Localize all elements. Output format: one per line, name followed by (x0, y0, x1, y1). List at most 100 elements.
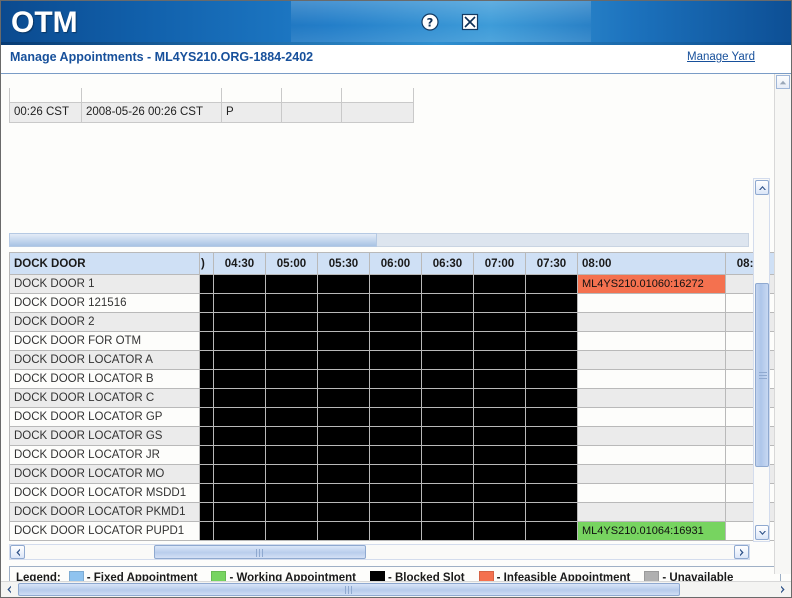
grid-cell-blocked[interactable] (421, 274, 474, 294)
scroll-up-arrow-icon[interactable] (755, 180, 769, 195)
column-header-time-0700[interactable]: 07:00 (473, 252, 526, 275)
grid-cell-blocked[interactable] (473, 350, 526, 370)
grid-cell-blocked[interactable] (213, 407, 266, 427)
grid-cell-blocked[interactable] (265, 521, 318, 541)
grid-cell-empty[interactable] (577, 331, 726, 351)
dock-door-label[interactable]: DOCK DOOR LOCATOR MSDD1 (9, 483, 200, 503)
grid-cell-blocked[interactable] (265, 426, 318, 446)
grid-cell-blocked[interactable] (317, 521, 370, 541)
grid-cell-blocked[interactable] (199, 388, 214, 408)
grid-cell-blocked[interactable] (369, 274, 422, 294)
grid-cell-blocked[interactable] (421, 293, 474, 313)
grid-cell-blocked[interactable] (317, 407, 370, 427)
grid-cell-blocked[interactable] (199, 464, 214, 484)
grid-cell-blocked[interactable] (317, 274, 370, 294)
grid-cell-blocked[interactable] (265, 445, 318, 465)
grid-cell-blocked[interactable] (369, 464, 422, 484)
grid-cell-blocked[interactable] (369, 502, 422, 522)
scroll-right-arrow-icon[interactable] (734, 545, 749, 559)
grid-cell-blocked[interactable] (369, 369, 422, 389)
grid-cell-blocked[interactable] (525, 388, 578, 408)
column-header-time-0600[interactable]: 06:00 (369, 252, 422, 275)
grid-cell-blocked[interactable] (213, 293, 266, 313)
grid-cell-empty[interactable] (577, 293, 726, 313)
grid-cell-blocked[interactable] (473, 388, 526, 408)
grid-cell-blocked[interactable] (473, 502, 526, 522)
dock-door-label[interactable]: DOCK DOOR LOCATOR JR (9, 445, 200, 465)
grid-cell-blocked[interactable] (317, 331, 370, 351)
grid-cell-blocked[interactable] (213, 426, 266, 446)
dock-door-label[interactable]: DOCK DOOR FOR OTM (9, 331, 200, 351)
grid-cell-blocked[interactable] (317, 464, 370, 484)
grid-cell-blocked[interactable] (199, 293, 214, 313)
column-header-time-0530[interactable]: 05:30 (317, 252, 370, 275)
dock-door-label[interactable]: DOCK DOOR 121516 (9, 293, 200, 313)
grid-cell-blocked[interactable] (213, 369, 266, 389)
grid-cell-blocked[interactable] (369, 407, 422, 427)
grid-cell-blocked[interactable] (473, 331, 526, 351)
grid-cell-blocked[interactable] (265, 312, 318, 332)
grid-cell-blocked[interactable] (421, 445, 474, 465)
grid-cell-blocked[interactable] (199, 483, 214, 503)
column-header-partial[interactable]: ) (199, 252, 214, 275)
dock-door-label[interactable]: DOCK DOOR LOCATOR PUPD1 (9, 521, 200, 541)
grid-cell-blocked[interactable] (473, 274, 526, 294)
grid-cell-empty[interactable] (577, 502, 726, 522)
grid-cell-blocked[interactable] (199, 502, 214, 522)
grid-cell-blocked[interactable] (199, 312, 214, 332)
grid-cell-blocked[interactable] (525, 426, 578, 446)
grid-cell-empty[interactable] (577, 312, 726, 332)
page-scroll-right-arrow-icon[interactable] (776, 583, 790, 596)
grid-cell-blocked[interactable] (213, 350, 266, 370)
grid-cell-blocked[interactable] (199, 521, 214, 541)
grid-cell-blocked[interactable] (265, 407, 318, 427)
grid-cell-blocked[interactable] (525, 312, 578, 332)
grid-cell-blocked[interactable] (199, 407, 214, 427)
grid-cell-blocked[interactable] (369, 426, 422, 446)
grid-cell-blocked[interactable] (525, 464, 578, 484)
grid-cell-blocked[interactable] (199, 445, 214, 465)
grid-cell-blocked[interactable] (317, 312, 370, 332)
grid-cell-blocked[interactable] (525, 407, 578, 427)
grid-cell-blocked[interactable] (421, 331, 474, 351)
page-horizontal-scroll-thumb[interactable] (18, 583, 680, 596)
grid-cell-blocked[interactable] (265, 464, 318, 484)
grid-cell-empty[interactable] (577, 388, 726, 408)
grid-cell-blocked[interactable] (265, 331, 318, 351)
grid-cell-empty[interactable] (577, 350, 726, 370)
grid-cell-blocked[interactable] (213, 445, 266, 465)
grid-cell-blocked[interactable] (213, 388, 266, 408)
grid-cell-blocked[interactable] (473, 407, 526, 427)
column-header-time-0430[interactable]: 04:30 (213, 252, 266, 275)
grid-cell-blocked[interactable] (525, 502, 578, 522)
grid-cell-blocked[interactable] (473, 426, 526, 446)
dock-door-label[interactable]: DOCK DOOR LOCATOR PKMD1 (9, 502, 200, 522)
grid-cell-blocked[interactable] (265, 502, 318, 522)
grid-cell-blocked[interactable] (421, 483, 474, 503)
page-vertical-scrollbar[interactable] (774, 74, 791, 574)
grid-cell-blocked[interactable] (421, 502, 474, 522)
grid-cell-blocked[interactable] (317, 426, 370, 446)
grid-cell-blocked[interactable] (525, 445, 578, 465)
grid-cell-empty[interactable] (577, 483, 726, 503)
grid-cell-blocked[interactable] (421, 388, 474, 408)
manage-yard-link[interactable]: Manage Yard (687, 51, 755, 63)
scroll-down-arrow-icon[interactable] (755, 525, 769, 540)
grid-cell-blocked[interactable] (369, 388, 422, 408)
dock-door-label[interactable]: DOCK DOOR LOCATOR GP (9, 407, 200, 427)
grid-cell-blocked[interactable] (369, 445, 422, 465)
grid-cell-blocked[interactable] (369, 483, 422, 503)
page-horizontal-scrollbar[interactable] (1, 581, 791, 597)
grid-cell-blocked[interactable] (473, 464, 526, 484)
grid-vertical-scroll-thumb[interactable] (755, 283, 769, 467)
column-header-time-0500[interactable]: 05:00 (265, 252, 318, 275)
grid-cell-empty[interactable] (577, 407, 726, 427)
grid-cell-blocked[interactable] (317, 293, 370, 313)
grid-cell-blocked[interactable] (317, 502, 370, 522)
help-circle-icon[interactable]: ? (421, 13, 439, 31)
grid-cell-blocked[interactable] (199, 274, 214, 294)
info-table-row[interactable]: 00:26 CST 2008-05-26 00:26 CST P (9, 101, 414, 123)
grid-cell-blocked[interactable] (265, 274, 318, 294)
grid-cell-blocked[interactable] (421, 407, 474, 427)
grid-cell-blocked[interactable] (473, 445, 526, 465)
